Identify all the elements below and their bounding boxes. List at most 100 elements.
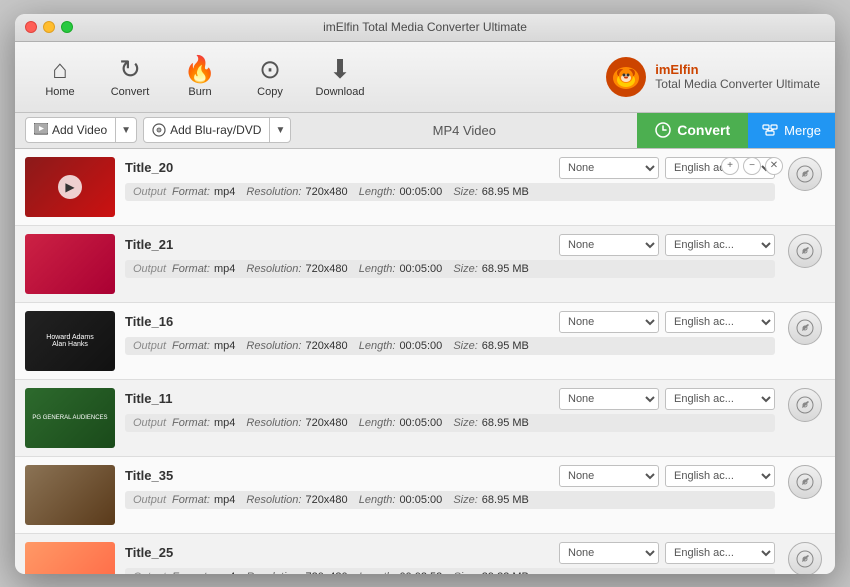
video-thumbnail-5 [25, 542, 115, 574]
add-bluray-dropdown-arrow[interactable]: ▼ [270, 118, 290, 142]
size-key: Size: [453, 186, 477, 198]
download-button[interactable]: ⬇ Download [305, 48, 375, 106]
video-info-2: Title_16 None English ac... Output Forma… [125, 311, 775, 355]
subtitle-select[interactable]: None [559, 311, 659, 333]
maximize-button[interactable] [61, 21, 73, 33]
output-label: Output [133, 571, 166, 574]
convert-button[interactable]: ↻ Convert [95, 48, 165, 106]
logo-text: imElfin Total Media Converter Ultimate [655, 62, 820, 91]
edit-button[interactable] [788, 157, 822, 191]
audio-select[interactable]: English ac... [665, 234, 775, 256]
output-label: Output [133, 263, 166, 275]
merge-icon [762, 122, 778, 138]
add-bluray-button[interactable]: Add Blu-ray/DVD [144, 118, 270, 142]
audio-select[interactable]: English ac... [665, 388, 775, 410]
size-key: Size: [453, 417, 477, 429]
resolution-key: Resolution: [246, 263, 301, 275]
length-key: Length: [359, 571, 396, 574]
copy-button[interactable]: ⊙ Copy [235, 48, 305, 106]
merge-button[interactable]: Merge [748, 112, 835, 148]
audio-select[interactable]: English ac... [665, 311, 775, 333]
length-key: Length: [359, 417, 396, 429]
video-selects: None English ac... [559, 311, 775, 333]
video-thumbnail-4 [25, 465, 115, 525]
size-val: 68.95 MB [482, 340, 529, 352]
edit-button[interactable] [788, 311, 822, 345]
logo-brand: imElfin [655, 62, 698, 77]
length-val: 00:02:53 [399, 571, 442, 574]
subtitle-select[interactable]: None [559, 157, 659, 179]
convert-button-action[interactable]: Convert [637, 112, 748, 148]
length-key: Length: [359, 263, 396, 275]
edit-button[interactable] [788, 388, 822, 422]
convert-action-icon [655, 122, 671, 138]
audio-select[interactable]: English ac... [665, 465, 775, 487]
format-val: mp4 [214, 340, 235, 352]
toolbar: ⌂ Home ↻ Convert 🔥 Burn ⊙ Copy ⬇ Downloa… [15, 42, 835, 113]
output-label: Output [133, 417, 166, 429]
video-title-row: Title_25 None English ac... [125, 542, 775, 564]
convert-action-label: Convert [677, 122, 730, 138]
video-title: Title_35 [125, 468, 173, 483]
video-thumbnail-0: ▶ [25, 157, 115, 217]
subtitle-select[interactable]: None [559, 388, 659, 410]
add-video-dropdown-arrow[interactable]: ▼ [116, 118, 136, 142]
resolution-val: 720x480 [305, 340, 347, 352]
length-val: 00:05:00 [399, 417, 442, 429]
add-ctrl-button[interactable]: + [721, 157, 739, 175]
format-key: Format: [172, 417, 210, 429]
burn-button[interactable]: 🔥 Burn [165, 48, 235, 106]
video-title-row: Title_11 None English ac... [125, 388, 775, 410]
play-button[interactable]: ▶ [58, 175, 82, 199]
length-val: 00:05:00 [399, 494, 442, 506]
length-val: 00:05:00 [399, 263, 442, 275]
video-action [785, 465, 825, 499]
add-video-button[interactable]: Add Video [26, 118, 116, 142]
video-action [785, 542, 825, 574]
output-label: Output [133, 494, 166, 506]
video-meta: Output Format: mp4 Resolution: 720x480 L… [125, 414, 775, 432]
resolution-key: Resolution: [246, 494, 301, 506]
resolution-val: 720x480 [305, 571, 347, 574]
traffic-lights [25, 21, 73, 33]
resolution-val: 720x480 [305, 263, 347, 275]
video-info-4: Title_35 None English ac... Output Forma… [125, 465, 775, 509]
video-title: Title_25 [125, 545, 173, 560]
length-val: 00:05:00 [399, 340, 442, 352]
list-item: Title_35 None English ac... Output Forma… [15, 457, 835, 534]
subtitle-select[interactable]: None [559, 465, 659, 487]
edit-icon [796, 550, 814, 568]
resolution-val: 720x480 [305, 417, 347, 429]
add-bluray-group: Add Blu-ray/DVD ▼ [143, 117, 291, 143]
resolution-val: 720x480 [305, 186, 347, 198]
edit-button[interactable] [788, 542, 822, 574]
length-val: 00:05:00 [399, 186, 442, 198]
edit-button[interactable] [788, 234, 822, 268]
home-icon: ⌂ [52, 56, 68, 82]
subtitle-select[interactable]: None [559, 542, 659, 564]
download-icon: ⬇ [329, 56, 351, 82]
home-button[interactable]: ⌂ Home [25, 48, 95, 106]
subtitle-select[interactable]: None [559, 234, 659, 256]
format-val: mp4 [214, 494, 235, 506]
list-item: ▶ Title_20 None English ac... Output For… [15, 149, 835, 226]
edit-button[interactable] [788, 465, 822, 499]
remove-ctrl-button[interactable]: − [743, 157, 761, 175]
output-label: Output [133, 186, 166, 198]
resolution-key: Resolution: [246, 417, 301, 429]
close-ctrl-button[interactable]: ✕ [765, 157, 783, 175]
video-title-row: Title_20 None English ac... [125, 157, 775, 179]
video-title: Title_21 [125, 237, 173, 252]
copy-label: Copy [257, 86, 283, 98]
video-selects: None English ac... [559, 542, 775, 564]
close-button[interactable] [25, 21, 37, 33]
minimize-button[interactable] [43, 21, 55, 33]
logo: imElfin Total Media Converter Ultimate [605, 56, 820, 98]
video-action [785, 234, 825, 268]
video-selects: None English ac... [559, 465, 775, 487]
video-list: ▶ Title_20 None English ac... Output For… [15, 149, 835, 574]
window-title: imElfin Total Media Converter Ultimate [323, 20, 527, 34]
audio-select[interactable]: English ac... [665, 542, 775, 564]
video-meta: Output Format: mp4 Resolution: 720x480 L… [125, 491, 775, 509]
format-key: Format: [172, 263, 210, 275]
